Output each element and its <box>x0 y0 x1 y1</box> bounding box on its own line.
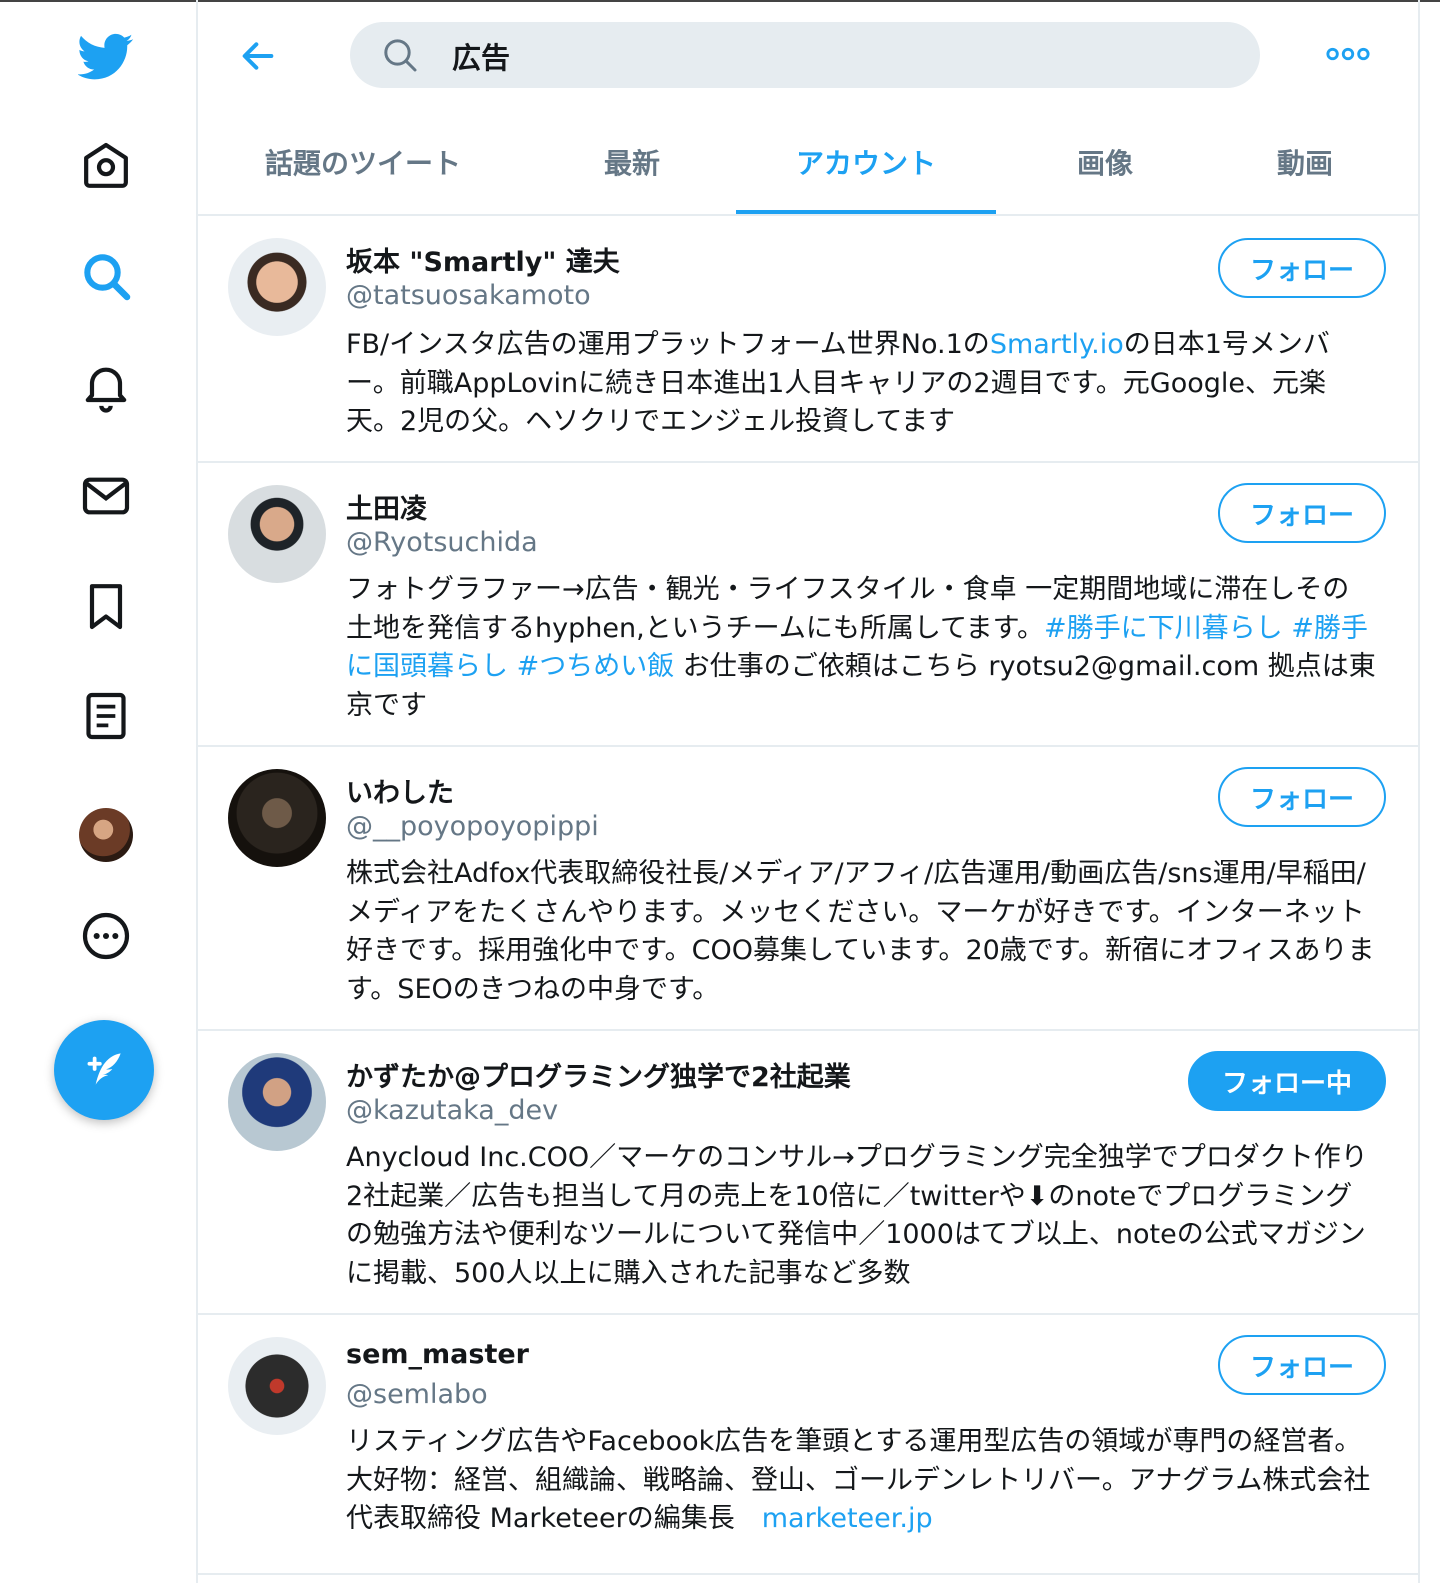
search-icon[interactable] <box>72 242 140 310</box>
user-result[interactable]: いわした @__poyopoyopippi フォロー 株式会社Adfox代表取締… <box>198 747 1418 1031</box>
follow-button[interactable]: フォロー <box>1218 483 1386 543</box>
list-icon[interactable] <box>72 682 140 750</box>
avatar[interactable] <box>79 808 133 862</box>
user-result[interactable]: 坂本 "Smartly" 達夫 @tatsuosakamoto フォロー FB/… <box>198 216 1418 463</box>
tab-accounts[interactable]: アカウント <box>736 110 996 214</box>
tab-latest[interactable]: 最新 <box>536 110 728 214</box>
search-input[interactable] <box>450 30 1214 82</box>
following-button[interactable]: フォロー中 <box>1188 1051 1386 1111</box>
user-handle[interactable]: @Ryotsuchida <box>346 527 538 558</box>
user-name[interactable]: sem_master <box>346 1339 529 1370</box>
user-avatar[interactable] <box>228 485 326 583</box>
twitter-logo-icon[interactable] <box>72 22 140 90</box>
user-name[interactable]: いわした <box>346 771 454 810</box>
user-name[interactable]: かずたか@プログラミング独学で2社起業 <box>346 1055 851 1094</box>
user-name[interactable]: 土田凌 <box>346 487 427 526</box>
search-box[interactable] <box>350 22 1260 88</box>
user-handle[interactable]: @__poyopoyopippi <box>346 811 599 842</box>
user-handle[interactable]: @kazutaka_dev <box>346 1095 558 1126</box>
hashtag-link[interactable]: #つちめい飯 <box>517 651 675 682</box>
hashtag-link[interactable]: #勝手に下川暮らし <box>1044 613 1283 644</box>
follow-button[interactable]: フォロー <box>1218 238 1386 298</box>
user-bio: FB/インスタ広告の運用プラットフォーム世界No.1のSmartly.ioの日本… <box>346 326 1376 442</box>
active-tab-indicator <box>736 210 996 214</box>
user-result[interactable]: sem_master @semlabo フォロー リスティング広告やFacebo… <box>198 1315 1418 1575</box>
bio-text: FB/インスタ広告の運用プラットフォーム世界No.1の <box>346 329 990 360</box>
left-nav <box>0 0 196 1583</box>
user-avatar[interactable] <box>228 1337 326 1435</box>
user-handle[interactable]: @tatsuosakamoto <box>346 280 591 311</box>
bio-text <box>1283 613 1292 644</box>
bell-icon[interactable] <box>72 352 140 420</box>
follow-button[interactable]: フォロー <box>1218 1335 1386 1395</box>
search-tabs: 話題のツイート 最新 アカウント 画像 動画 <box>198 110 1418 216</box>
user-bio: Anycloud Inc.COO／マーケのコンサル→プログラミング完全独学でプロ… <box>346 1139 1376 1293</box>
more-circle-icon[interactable] <box>72 902 140 970</box>
compose-icon <box>87 1053 121 1085</box>
user-result[interactable]: 土田凌 @Ryotsuchida フォロー フォトグラファー→広告・観光・ライフ… <box>198 463 1418 747</box>
user-bio: 株式会社Adfox代表取締役社長/メディア/アフィ/広告運用/動画広告/sns運… <box>346 855 1376 1009</box>
tab-top[interactable]: 話題のツイート <box>238 110 488 214</box>
tab-videos[interactable]: 動画 <box>1210 110 1400 214</box>
more-options-button[interactable] <box>1318 34 1378 74</box>
compose-button[interactable] <box>54 1020 154 1120</box>
user-name[interactable]: 坂本 "Smartly" 達夫 <box>346 240 620 279</box>
mail-icon[interactable] <box>72 462 140 530</box>
bio-text <box>508 651 517 682</box>
bio-text: 株式会社Adfox代表取締役社長/メディア/アフィ/広告運用/動画広告/sns運… <box>346 858 1375 1005</box>
search-icon <box>384 39 417 72</box>
user-avatar[interactable] <box>228 1053 326 1151</box>
home-icon[interactable] <box>72 132 140 200</box>
tab-images[interactable]: 画像 <box>1010 110 1200 214</box>
user-bio: リスティング広告やFacebook広告を筆頭とする運用型広告の領域が専門の経営者… <box>346 1423 1397 1539</box>
search-results-column: 話題のツイート 最新 アカウント 画像 動画 坂本 "Smartly" 達夫 @… <box>196 0 1420 1583</box>
bio-link[interactable]: marketeer.jp <box>762 1503 933 1534</box>
follow-button[interactable]: フォロー <box>1218 767 1386 827</box>
ellipsis-icon <box>1326 47 1370 61</box>
user-handle[interactable]: @semlabo <box>346 1379 488 1410</box>
arrow-left-icon <box>242 42 274 70</box>
bio-link[interactable]: Smartly.io <box>990 329 1124 360</box>
back-button[interactable] <box>234 32 282 80</box>
user-avatar[interactable] <box>228 238 326 336</box>
user-bio: フォトグラファー→広告・観光・ライフスタイル・食卓 一定期間地域に滞在しその土地… <box>346 571 1376 725</box>
bookmark-icon[interactable] <box>72 572 140 640</box>
bio-text: Anycloud Inc.COO／マーケのコンサル→プログラミング完全独学でプロ… <box>346 1142 1368 1289</box>
user-result[interactable]: かずたか@プログラミング独学で2社起業 @kazutaka_dev フォロー中 … <box>198 1031 1418 1315</box>
user-avatar[interactable] <box>228 769 326 867</box>
search-header <box>198 0 1418 110</box>
